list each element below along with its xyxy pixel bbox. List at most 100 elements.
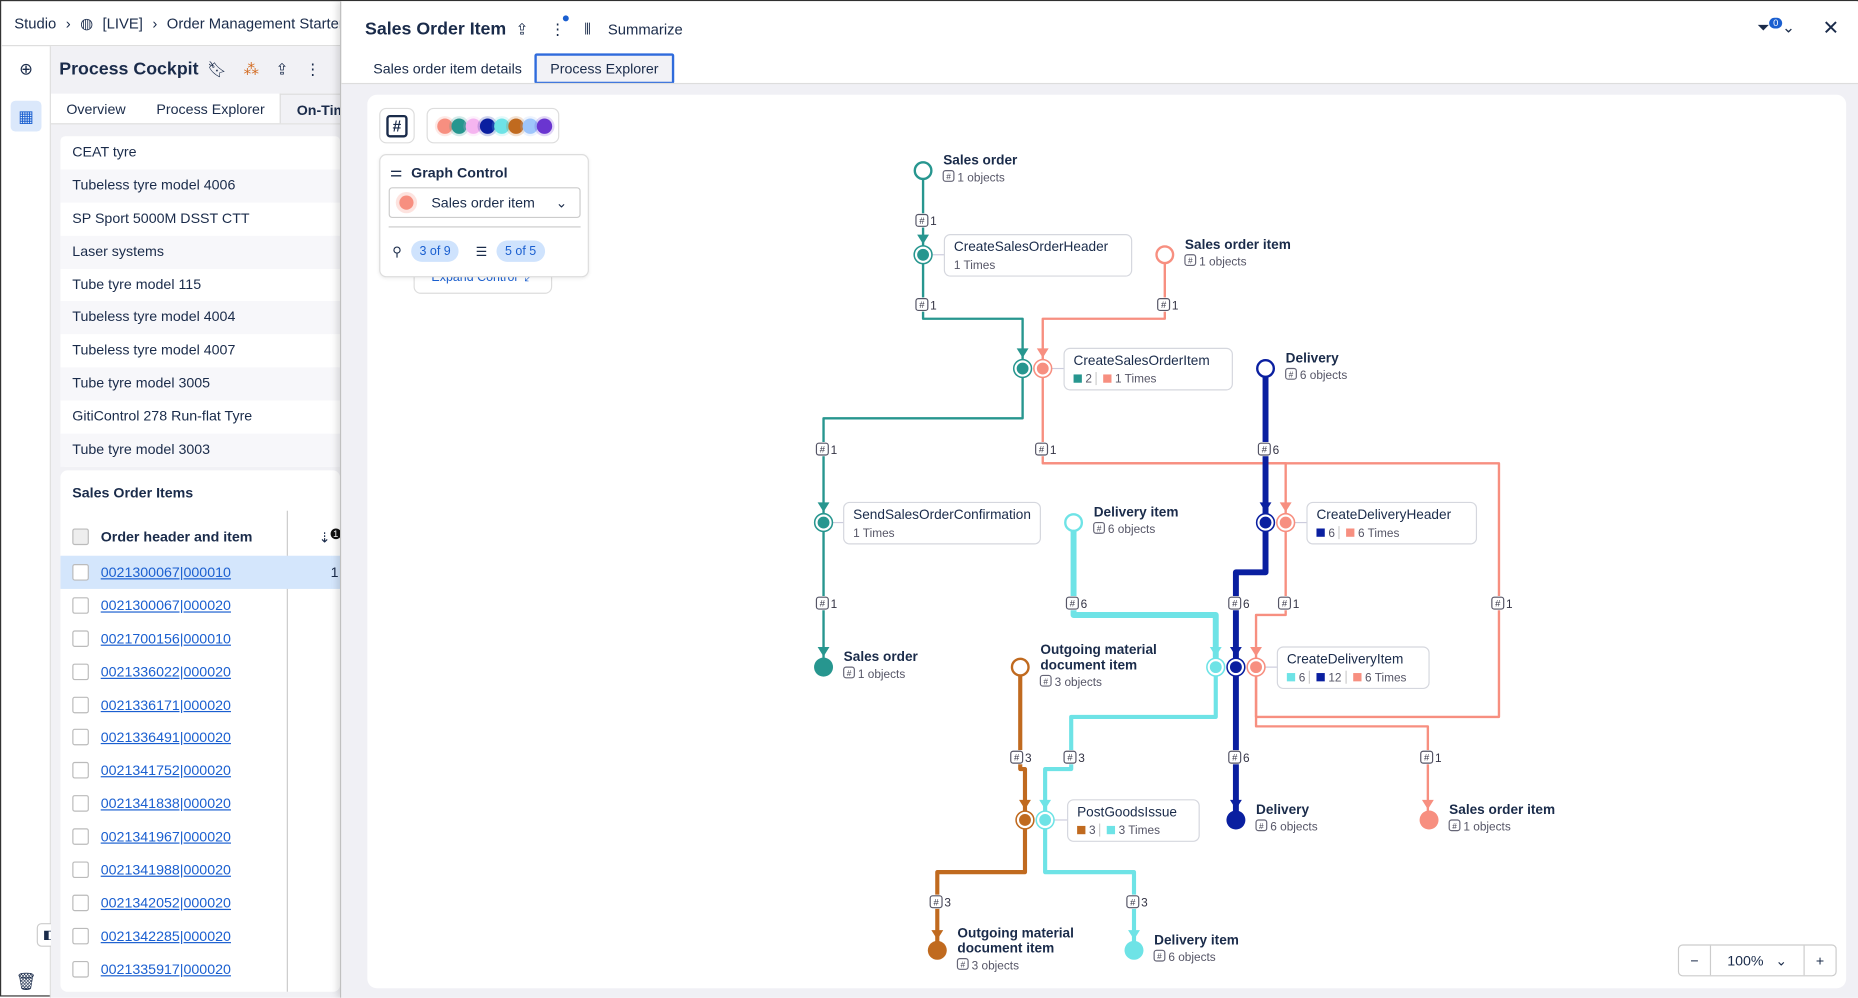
sales-order-item-panel: Sales Order Item ⇪ ⋮ ⦀ Summarize ⏷ 0 ⌄ ✕ S… xyxy=(340,1,1858,998)
bucket-icon[interactable]: 🗑 xyxy=(11,966,42,997)
order-link[interactable]: 0021335917|000020 xyxy=(101,961,231,978)
color-swatch[interactable] xyxy=(451,117,467,134)
table-row[interactable]: 0021341967|000020 xyxy=(60,820,340,853)
process-graph-canvas[interactable]: # Expand Control⤢ ⚌ Graph Control Sales … xyxy=(367,94,1847,989)
graph-control: ⚌ Graph Control Sales order item ⌄ ⚲ 3 of… xyxy=(379,154,589,278)
order-link[interactable]: 0021336022|000020 xyxy=(101,663,231,680)
table-row[interactable]: 0021336022|000020 xyxy=(60,655,340,688)
row-checkbox[interactable] xyxy=(72,927,89,945)
summarize-icon: ⦀ xyxy=(584,20,591,38)
color-swatch[interactable] xyxy=(536,117,553,134)
table-row[interactable]: 0021341752|000020 xyxy=(60,754,340,787)
row-checkbox[interactable] xyxy=(72,630,89,647)
select-all-checkbox[interactable] xyxy=(72,528,89,546)
color-swatch[interactable] xyxy=(508,117,524,134)
color-swatch[interactable] xyxy=(465,117,482,134)
row-checkbox[interactable] xyxy=(72,960,89,978)
table-row[interactable]: 0021341838|000020 xyxy=(60,787,340,820)
share-icon[interactable]: ⇪ xyxy=(515,20,528,39)
list-item[interactable]: Tube tyre model 115 xyxy=(60,268,340,301)
row-checkbox[interactable] xyxy=(72,597,89,614)
list-item[interactable]: Tubeless tyre model 4004 xyxy=(60,301,341,335)
row-checkbox[interactable] xyxy=(72,828,89,846)
dashboard-icon[interactable]: ▦ xyxy=(10,100,42,132)
order-link[interactable]: 0021342052|000020 xyxy=(101,895,231,912)
row-checkbox[interactable] xyxy=(72,762,89,779)
table-row[interactable]: 0021336171|000020 xyxy=(60,688,340,721)
translate-icon[interactable]: ⁂ xyxy=(244,60,259,79)
row-checkbox[interactable] xyxy=(72,795,89,812)
tab-overview[interactable]: Overview xyxy=(51,94,141,124)
row-checkbox[interactable] xyxy=(72,894,89,912)
breadcrumb-studio[interactable]: Studio xyxy=(14,15,56,32)
icon-rail: ⊕ ▦ ◧ 🗑 xyxy=(1,46,61,998)
list-item[interactable]: Tubeless tyre model 4007 xyxy=(60,335,340,368)
column-header[interactable]: Order header and item xyxy=(101,528,253,545)
object-type-select[interactable]: Sales order item ⌄ xyxy=(388,187,581,219)
order-link[interactable]: 0021336491|000020 xyxy=(101,729,231,746)
order-link[interactable]: 0021300067|000020 xyxy=(101,597,231,614)
breadcrumb-app[interactable]: Order Management Starter xyxy=(167,15,340,32)
order-link[interactable]: 0021341752|000020 xyxy=(101,762,231,779)
order-link[interactable]: 0021300067|000010 xyxy=(101,564,231,581)
more-icon[interactable]: ⋮ xyxy=(550,20,565,39)
row-checkbox[interactable] xyxy=(72,861,89,879)
sort-icon[interactable]: ⇣ 1 xyxy=(319,527,341,546)
order-link[interactable]: 0021336171|000020 xyxy=(101,696,231,713)
order-link[interactable]: 0021700156|000010 xyxy=(101,630,231,647)
add-circle-icon[interactable]: ⊕ xyxy=(11,53,42,84)
row-checkbox[interactable] xyxy=(72,663,89,680)
list-item[interactable]: Laser systems xyxy=(60,235,341,269)
order-link[interactable]: 0021341967|000020 xyxy=(101,828,231,845)
row-checkbox[interactable] xyxy=(72,696,89,713)
list-item[interactable]: Tube tyre model 3003 xyxy=(60,433,341,467)
list-item[interactable]: CEAT tyre xyxy=(60,136,340,169)
table-row[interactable]: 0021300067|000010 1 xyxy=(60,555,341,589)
paths-pill[interactable]: 3 of 9 xyxy=(411,240,459,262)
zoom-out-button[interactable]: − xyxy=(1679,945,1712,976)
bookmark-icon[interactable]: 🔖︎ xyxy=(207,60,227,79)
table-row[interactable]: 0021700156|000010 xyxy=(60,622,340,655)
zoom-level: 100% xyxy=(1727,952,1764,969)
attributes-pill[interactable]: 5 of 5 xyxy=(496,240,545,262)
color-swatch[interactable] xyxy=(494,117,510,134)
object-color-palette[interactable] xyxy=(426,107,560,144)
list-item[interactable]: SP Sport 5000M DSST CTT xyxy=(60,202,340,235)
zoom-in-button[interactable]: + xyxy=(1805,946,1836,976)
table-row[interactable]: 0021300067|000020 xyxy=(60,589,340,622)
color-swatch[interactable] xyxy=(522,117,538,134)
order-link[interactable]: 0021341838|000020 xyxy=(101,795,231,812)
tab-sales-order-item-details[interactable]: Sales order item details xyxy=(360,53,535,84)
zoom-level-select[interactable]: 100% ⌄ xyxy=(1711,945,1805,976)
order-link[interactable]: 0021342285|000020 xyxy=(101,928,231,945)
order-link[interactable]: 0021341988|000020 xyxy=(101,861,231,878)
chevron-down-icon: ⌄ xyxy=(1775,952,1788,969)
close-icon[interactable]: ✕ xyxy=(1822,17,1839,41)
breadcrumb-live[interactable]: [LIVE] xyxy=(103,15,143,32)
chevron-right-icon: › xyxy=(152,14,158,32)
hash-button[interactable]: # xyxy=(379,107,415,144)
tab-on-time[interactable]: On-Time xyxy=(280,93,341,124)
color-swatch[interactable] xyxy=(479,117,496,134)
zoom-control: − 100% ⌄ + xyxy=(1677,944,1837,977)
filter-icon[interactable]: ⏷ 0 ⌄ xyxy=(1757,17,1795,37)
table-row[interactable]: 0021342052|000020 xyxy=(60,886,340,919)
table-row[interactable]: 0021336491|000020 xyxy=(60,721,340,754)
row-checkbox[interactable] xyxy=(72,563,89,581)
more-icon[interactable]: ⋮ xyxy=(305,60,320,79)
row-checkbox[interactable] xyxy=(72,729,89,746)
tab-process-explorer[interactable]: Process Explorer xyxy=(534,53,674,85)
table-row[interactable]: 0021341988|000020 xyxy=(60,853,340,886)
summarize-button[interactable]: Summarize xyxy=(608,21,683,38)
row-value: 1 xyxy=(330,563,339,581)
list-item[interactable]: GitiControl 278 Run-flat Tyre xyxy=(60,401,340,434)
table-row[interactable]: 0021342285|000020 xyxy=(60,919,340,952)
share-icon[interactable]: ⇪ xyxy=(276,60,289,79)
color-swatch[interactable] xyxy=(437,117,453,134)
graph-control-title: Graph Control xyxy=(411,164,508,182)
table-row[interactable]: 0021335917|000020 xyxy=(60,952,340,985)
list-item[interactable]: Tube tyre model 3005 xyxy=(60,367,341,401)
list-item[interactable]: Tubeless tyre model 4006 xyxy=(60,169,341,203)
tab-process-explorer[interactable]: Process Explorer xyxy=(141,94,280,124)
path-icon: ⚲ xyxy=(392,244,402,259)
